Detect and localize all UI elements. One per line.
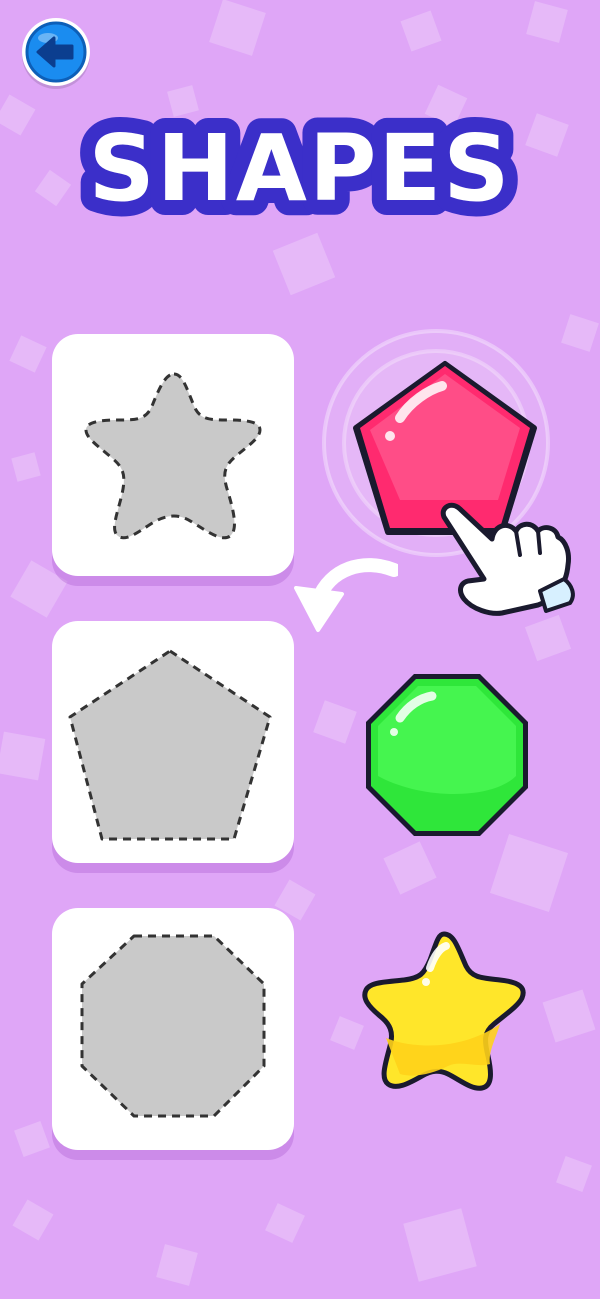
page-title: SHAPES SHAPES [0, 100, 600, 240]
target-slot-star[interactable] [52, 334, 294, 576]
target-slot-octagon[interactable] [52, 908, 294, 1150]
back-button[interactable] [22, 18, 90, 86]
title-text: SHAPES [89, 115, 512, 222]
octagon-outline-icon [80, 934, 266, 1118]
target-slot-pentagon[interactable] [52, 621, 294, 863]
pointing-hand-icon [430, 495, 580, 624]
star-icon [362, 931, 526, 1091]
back-arrow-icon [25, 21, 87, 83]
octagon-icon [366, 674, 528, 836]
green-octagon-piece[interactable] [362, 670, 532, 840]
curved-arrow-icon [288, 556, 401, 640]
yellow-star-piece[interactable] [360, 928, 530, 1093]
star-outline-icon [84, 372, 262, 540]
pentagon-outline-icon [68, 649, 272, 841]
